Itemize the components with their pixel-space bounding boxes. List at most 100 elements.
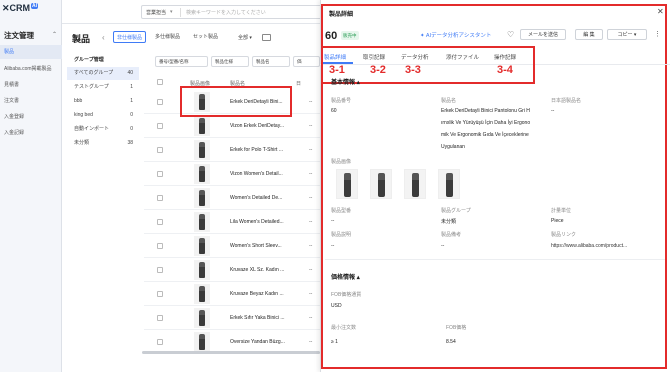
- field-value: Piece: [551, 218, 564, 224]
- nav-item-payment-records[interactable]: 入金記録: [0, 126, 62, 140]
- field-value: 60: [331, 108, 337, 114]
- filter-spec[interactable]: 製品仕様: [211, 56, 249, 67]
- product-thumbnail: [194, 164, 210, 184]
- group-item[interactable]: 自動インポート 0: [67, 123, 139, 136]
- tab-set-products[interactable]: セット製品: [190, 31, 221, 43]
- row-checkbox[interactable]: [157, 171, 163, 177]
- filter-name[interactable]: 製品名: [252, 56, 290, 67]
- cell-value: --: [309, 123, 313, 129]
- product-name[interactable]: Kruvaze XL Sz. Kadın ...: [230, 267, 300, 273]
- row-checkbox[interactable]: [157, 291, 163, 297]
- field-value: ırnxlik Ve Yürüyüşü İçin Daha İyi Ergono: [441, 120, 531, 126]
- folder-icon[interactable]: [262, 34, 271, 41]
- divider: [180, 8, 181, 17]
- row-checkbox[interactable]: [157, 99, 163, 105]
- search-input[interactable]: 検索キーワードを入力してください: [186, 9, 266, 16]
- horizontal-scrollbar[interactable]: [142, 351, 320, 354]
- field-label: 計量単位: [551, 208, 572, 214]
- table-row[interactable]: Vizon Women's Detail... --: [144, 162, 320, 186]
- product-thumbnail: [194, 188, 210, 208]
- group-item[interactable]: king bed 0: [67, 109, 139, 122]
- row-checkbox[interactable]: [157, 339, 163, 345]
- product-image[interactable]: [370, 169, 392, 199]
- send-mail-button[interactable]: メールを送信: [520, 29, 566, 40]
- select-all-checkbox[interactable]: [157, 79, 163, 85]
- section-basic-info[interactable]: 基本情報 ▴: [331, 77, 360, 86]
- nav-item-products[interactable]: 製品: [0, 45, 62, 59]
- group-item[interactable]: テストグループ 1: [67, 81, 139, 94]
- ai-assistant-link[interactable]: ✦ AIデータ分析アシスタント: [420, 31, 491, 39]
- field-label: 製品型番: [331, 208, 352, 214]
- product-image[interactable]: [404, 169, 426, 199]
- field-value: 8.54: [446, 339, 456, 345]
- nav-item-orders[interactable]: 注文書: [0, 94, 62, 108]
- logo-text: CRM: [9, 3, 31, 13]
- group-item[interactable]: bbb 1: [67, 95, 139, 108]
- cell-value: --: [309, 195, 313, 201]
- field-label: 製品番号: [331, 98, 352, 104]
- nav-item-payment-register[interactable]: 入金登録: [0, 110, 62, 124]
- tab-multi-spec[interactable]: 多仕様製品: [152, 31, 183, 43]
- field-label: 製品画像: [331, 159, 352, 165]
- row-checkbox[interactable]: [157, 123, 163, 129]
- copy-dropdown-button[interactable]: コピー ▾: [607, 29, 647, 40]
- global-search[interactable]: 営業担当 ▾ 検索キーワードを入力してください: [141, 5, 323, 19]
- product-name[interactable]: Women's Short Sleev...: [230, 243, 300, 249]
- product-name[interactable]: Women's Detailed De...: [230, 195, 300, 201]
- product-name[interactable]: Erkek for Polo T-Shirt ...: [230, 147, 300, 153]
- group-name: king bed: [74, 112, 93, 118]
- edit-button[interactable]: 編 集: [575, 29, 603, 40]
- table-row[interactable]: Kruvaze XL Sz. Kadın ... --: [144, 258, 320, 282]
- chevron-up-icon: ▴: [356, 275, 360, 281]
- product-name[interactable]: Lila Women's Detailed...: [230, 219, 300, 225]
- product-name[interactable]: Vizon Erkek DeriDetay...: [230, 123, 300, 129]
- table-row[interactable]: Women's Short Sleev... --: [144, 234, 320, 258]
- row-checkbox[interactable]: [157, 315, 163, 321]
- product-image[interactable]: [438, 169, 460, 199]
- field-label: 製品リンク: [551, 232, 577, 238]
- nav-item-quotes[interactable]: 見積書: [0, 78, 62, 92]
- product-name[interactable]: Kruvaze Beyaz Kadın ...: [230, 291, 300, 297]
- filter-all-dropdown[interactable]: 全部 ▾: [238, 34, 252, 41]
- product-name[interactable]: Erkek Sıfır Yaka Binici ...: [230, 315, 300, 321]
- cell-value: --: [309, 147, 313, 153]
- filter-code-name[interactable]: 番号/型番/名称: [155, 56, 208, 67]
- section-price-info[interactable]: 価格情報 ▴: [331, 272, 360, 281]
- table-row[interactable]: Vizon Erkek DeriDetay... --: [144, 114, 320, 138]
- group-item[interactable]: 未分類 38: [67, 137, 139, 150]
- close-icon[interactable]: ✕: [657, 7, 664, 16]
- app-logo[interactable]: ✕CRM AI: [2, 3, 39, 14]
- table-row[interactable]: Lila Women's Detailed... --: [144, 210, 320, 234]
- row-checkbox[interactable]: [157, 267, 163, 273]
- group-item[interactable]: すべてのグループ 40: [67, 67, 139, 80]
- heart-icon[interactable]: ♡: [507, 30, 514, 39]
- chevron-left-icon[interactable]: ‹: [102, 33, 105, 42]
- more-vertical-icon[interactable]: ⋮: [654, 30, 661, 38]
- group-count: 0: [130, 126, 133, 132]
- row-checkbox[interactable]: [157, 243, 163, 249]
- section-title: 基本情報: [331, 80, 356, 86]
- row-checkbox[interactable]: [157, 219, 163, 225]
- group-panel-title: グループ管理: [74, 57, 104, 63]
- table-row[interactable]: Kruvaze Beyaz Kadın ... --: [144, 282, 320, 306]
- group-name: 未分類: [74, 140, 90, 146]
- row-checkbox[interactable]: [157, 195, 163, 201]
- group-count: 1: [130, 98, 133, 104]
- column-header-other[interactable]: 日: [296, 80, 301, 87]
- chevron-up-icon[interactable]: ⌃: [52, 31, 57, 38]
- field-value: mik Ve Ergonomik Gıda Ve İçeceklerine: [441, 132, 529, 138]
- search-scope-select[interactable]: 営業担当: [146, 9, 166, 16]
- annotation-label: 3-2: [370, 64, 386, 76]
- table-row[interactable]: Women's Detailed De... --: [144, 186, 320, 210]
- product-name[interactable]: Oversize Yandan Büzg...: [230, 339, 300, 345]
- filter-price[interactable]: 価: [293, 56, 320, 67]
- table-row[interactable]: Erkek for Polo T-Shirt ... --: [144, 138, 320, 162]
- row-checkbox[interactable]: [157, 147, 163, 153]
- product-image[interactable]: [336, 169, 358, 199]
- nav-item-alibaba-products[interactable]: Alibaba.com掲載製品: [0, 62, 62, 76]
- tab-single-spec[interactable]: 非仕様製品: [113, 31, 147, 43]
- table-row[interactable]: Erkek Sıfır Yaka Binici ... --: [144, 306, 320, 330]
- product-name[interactable]: Vizon Women's Detail...: [230, 171, 300, 177]
- product-link[interactable]: https://www.alibaba.com/product...: [551, 243, 627, 249]
- field-value: --: [331, 218, 335, 224]
